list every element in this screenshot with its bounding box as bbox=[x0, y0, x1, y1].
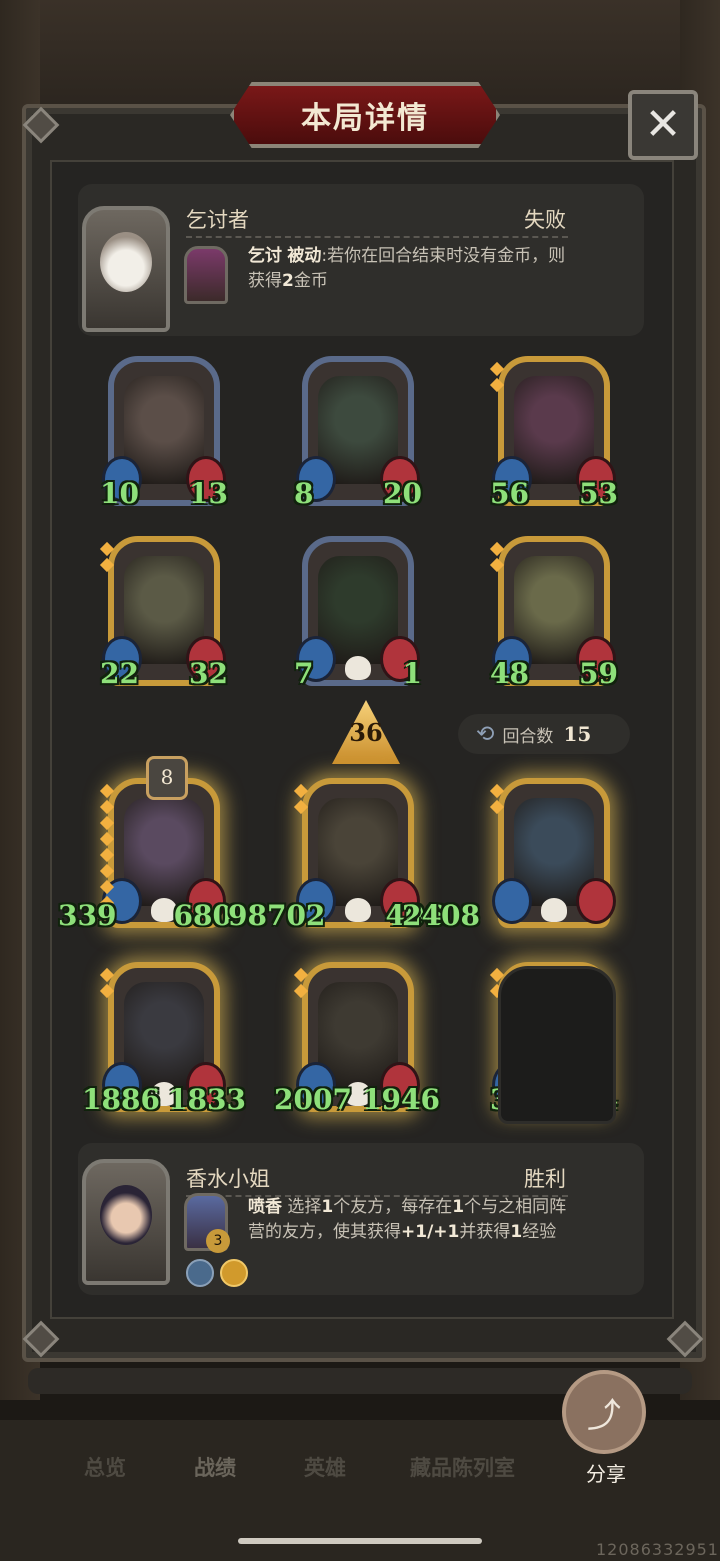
star-pips-icon bbox=[99, 783, 115, 914]
skill-value: 1 bbox=[510, 1222, 523, 1242]
opponent-minion-card[interactable]: 8 20 bbox=[294, 356, 422, 510]
damage-value: 36 bbox=[349, 718, 383, 747]
opponent-minion-card[interactable]: 10 13 bbox=[100, 356, 228, 510]
skull-icon bbox=[345, 656, 371, 680]
star-pips-icon bbox=[99, 967, 115, 1002]
share-icon: ⤴ bbox=[587, 1395, 621, 1436]
round-counter: ⟲ 回合数 15 bbox=[458, 714, 630, 754]
player-result: 胜利 bbox=[524, 1167, 566, 1191]
skill-desc: 并获得 bbox=[459, 1222, 511, 1242]
buff-icon[interactable] bbox=[220, 1259, 248, 1287]
skill-desc-end: 金币 bbox=[293, 271, 328, 291]
attack-value: 8 bbox=[294, 477, 314, 510]
page-title: 本局详情 bbox=[301, 101, 429, 136]
share-label: 分享 bbox=[586, 1462, 626, 1486]
health-value: 1 bbox=[402, 657, 422, 690]
player-minion-card[interactable]: 8 339 680 bbox=[58, 756, 232, 932]
star-pips-icon bbox=[489, 541, 505, 576]
empty-minion-slot bbox=[498, 966, 616, 1124]
opponent-name: 乞讨者 bbox=[186, 208, 249, 232]
player-avatar bbox=[82, 1159, 170, 1285]
health-value: 32 bbox=[189, 657, 228, 690]
skill-type: 被动 bbox=[287, 246, 322, 266]
health-value: 59 bbox=[579, 657, 618, 690]
opponent-minion-card[interactable]: 22 32 bbox=[99, 536, 228, 690]
hero-portrait bbox=[100, 232, 152, 292]
opponent-minion-card[interactable]: 56 53 bbox=[489, 356, 618, 510]
tier-badge: 8 bbox=[146, 756, 188, 800]
attack-orb-icon bbox=[492, 878, 532, 924]
health-value: 53 bbox=[579, 477, 618, 510]
skill-value: 2 bbox=[282, 271, 294, 291]
home-indicator[interactable] bbox=[238, 1538, 482, 1544]
skill-value: +1/+1 bbox=[401, 1222, 460, 1242]
skill-desc: 经验 bbox=[522, 1222, 557, 1242]
player-card: 香水小姐 胜利 3 喷香 选择1个友方，每存在1个与之相同阵营的友方，使其获得+… bbox=[78, 1143, 644, 1295]
tab-overview[interactable]: 总览 bbox=[84, 1452, 126, 1482]
divider bbox=[186, 236, 568, 238]
skill-value: 1 bbox=[321, 1197, 334, 1217]
star-pips-icon bbox=[99, 541, 115, 576]
star-pips-icon bbox=[489, 361, 505, 396]
attack-value: 2007 bbox=[274, 1083, 352, 1116]
player-minion-card[interactable]: 2007 1946 bbox=[274, 962, 440, 1116]
opponent-skill-desc: 乞讨 被动:若你在回合结束时没有金币，则获得2金币 bbox=[248, 244, 578, 294]
health-value: 13 bbox=[189, 477, 228, 510]
opponent-minion-card[interactable]: 48 59 bbox=[489, 536, 618, 690]
skill-desc: 选择 bbox=[287, 1197, 322, 1217]
health-value: 1946 bbox=[362, 1083, 440, 1116]
attack-value: 56 bbox=[490, 477, 529, 510]
attack-value: 10 bbox=[100, 477, 139, 510]
skill-name: 乞讨 bbox=[248, 246, 282, 266]
round-label: 回合数 bbox=[502, 726, 554, 747]
opponent-avatar bbox=[82, 206, 170, 332]
share-button[interactable]: ⤴ bbox=[562, 1370, 646, 1454]
player-skill-desc: 喷香 选择1个友方，每存在1个与之相同阵营的友方，使其获得+1/+1并获得1经验 bbox=[248, 1195, 578, 1245]
attack-value: 48 bbox=[490, 657, 529, 690]
title-banner: 本局详情 bbox=[230, 82, 500, 148]
hero-portrait bbox=[100, 1185, 152, 1245]
skill-value: 1 bbox=[452, 1197, 465, 1217]
health-value: 1833 bbox=[168, 1083, 246, 1116]
skull-icon bbox=[345, 898, 371, 922]
attack-value: 7 bbox=[294, 657, 314, 690]
star-pips-icon bbox=[293, 783, 309, 818]
health-value: 680 bbox=[173, 899, 232, 932]
opponent-result: 失败 bbox=[524, 208, 566, 232]
tab-heroes[interactable]: 英雄 bbox=[304, 1452, 346, 1482]
player-minion-card[interactable]: 1886 1833 bbox=[82, 962, 246, 1116]
tab-records[interactable]: 战绩 bbox=[194, 1452, 236, 1482]
star-pips-icon bbox=[293, 967, 309, 1002]
skill-level-badge: 3 bbox=[206, 1229, 230, 1253]
attack-value: 2408 bbox=[402, 899, 480, 932]
skill-name: 喷香 bbox=[248, 1197, 282, 1217]
player-minion-card[interactable]: 2408 bbox=[402, 778, 616, 932]
opponent-minion-card[interactable]: 71 bbox=[294, 536, 422, 690]
round-value: 15 bbox=[563, 722, 592, 746]
skill-desc: 个友方，每存在 bbox=[333, 1197, 453, 1217]
skull-icon bbox=[541, 898, 567, 922]
hero-skill-icon[interactable] bbox=[184, 246, 228, 304]
health-orb-icon bbox=[576, 878, 616, 924]
refresh-icon: ⟲ bbox=[476, 721, 495, 747]
attack-value: 22 bbox=[100, 657, 139, 690]
attack-value: 339 bbox=[58, 899, 117, 932]
player-minion-card[interactable]: 98702 406 bbox=[228, 778, 444, 932]
tab-collection[interactable]: 藏品陈列室 bbox=[410, 1452, 515, 1482]
health-value: 20 bbox=[383, 477, 422, 510]
player-name: 香水小姐 bbox=[186, 1167, 270, 1191]
attack-value: 98702 bbox=[228, 899, 326, 932]
attack-value: 1886 bbox=[82, 1083, 160, 1116]
star-pips-icon bbox=[489, 783, 505, 818]
user-id: 12086332951 bbox=[596, 1540, 719, 1559]
close-icon: ✕ bbox=[644, 99, 682, 150]
opponent-card: 乞讨者 失败 乞讨 被动:若你在回合结束时没有金币，则获得2金币 bbox=[78, 184, 644, 336]
close-button[interactable]: ✕ bbox=[628, 90, 698, 160]
sword-icon[interactable] bbox=[186, 1259, 214, 1287]
